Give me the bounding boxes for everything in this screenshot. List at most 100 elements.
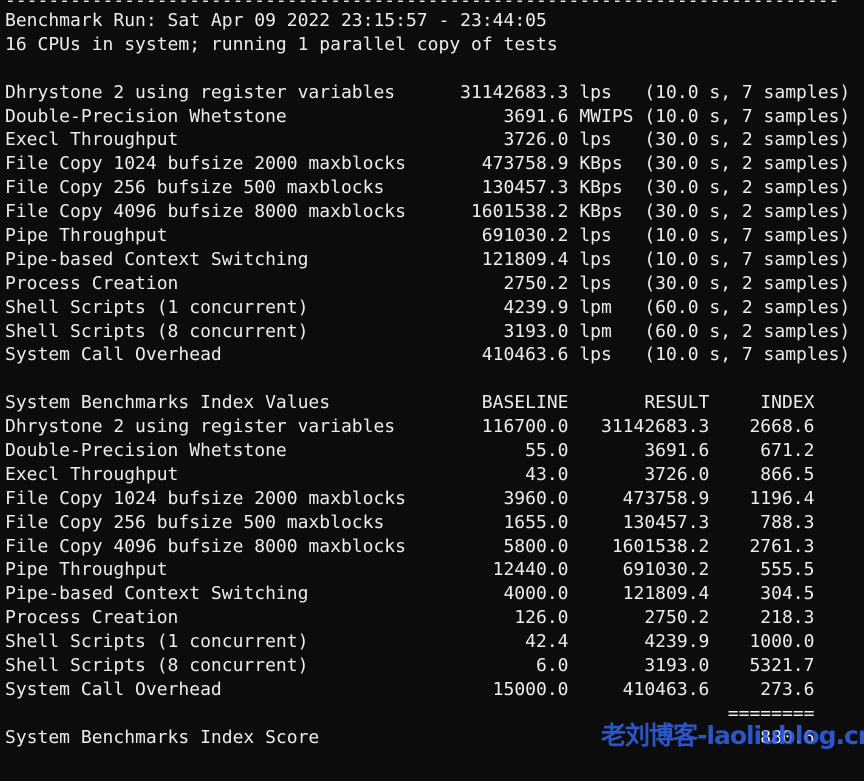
test-timing: (10.0 s, 7 samples) bbox=[644, 105, 851, 127]
index-row: Pipe Throughput 12440.0 691030.2 555.5 bbox=[5, 558, 864, 582]
test-name: Shell Scripts (1 concurrent) bbox=[5, 631, 309, 653]
test-timing: (30.0 s, 2 samples) bbox=[644, 272, 851, 294]
test-name: Double-Precision Whetstone bbox=[5, 440, 287, 462]
test-name: System Call Overhead bbox=[5, 678, 222, 700]
test-name: Pipe Throughput bbox=[5, 559, 168, 581]
separator-line: ----------------------------------------… bbox=[5, 0, 840, 11]
index-row: Dhrystone 2 using register variables 1167… bbox=[5, 415, 864, 439]
result-row: System Call Overhead 410463.6 lps (10.0 s, … bbox=[5, 343, 864, 367]
score-label: System Benchmarks Index Score bbox=[5, 726, 320, 748]
result-value: 3193.0 bbox=[644, 655, 710, 677]
test-name: File Copy 4096 bufsize 8000 maxblocks bbox=[5, 201, 406, 223]
baseline-value: 3960.0 bbox=[503, 487, 569, 509]
index-row: File Copy 1024 bufsize 2000 maxblocks 396… bbox=[5, 487, 864, 511]
test-timing: (10.0 s, 7 samples) bbox=[644, 344, 851, 366]
test-unit: KBps bbox=[579, 153, 623, 175]
test-name: Pipe-based Context Switching bbox=[5, 248, 309, 270]
test-unit: lps bbox=[579, 272, 612, 294]
result-row: Process Creation 2750.2 lps (30.0 s, 2 samp… bbox=[5, 272, 864, 296]
test-name: Pipe-based Context Switching bbox=[5, 583, 309, 605]
test-name: File Copy 1024 bufsize 2000 maxblocks bbox=[5, 153, 406, 175]
baseline-value: 4000.0 bbox=[503, 583, 569, 605]
test-unit: lps bbox=[579, 344, 612, 366]
terminal-window[interactable]: ----------------------------------------… bbox=[0, 0, 864, 781]
result-row: Pipe Throughput 691030.2 lps (10.0 s, 7 sam… bbox=[5, 224, 864, 248]
result-row: File Copy 256 bufsize 500 maxblocks 13045… bbox=[5, 176, 864, 200]
test-timing: (10.0 s, 7 samples) bbox=[644, 81, 851, 103]
index-value: 671.2 bbox=[760, 440, 815, 462]
score-separator-row: ======== bbox=[5, 702, 864, 726]
test-timing: (10.0 s, 7 samples) bbox=[644, 248, 851, 270]
test-unit: lps bbox=[579, 129, 612, 151]
score-value: 880.6 bbox=[760, 726, 815, 748]
score-row: System Benchmarks Index Score 880.6 bbox=[5, 726, 864, 750]
index-row: Shell Scripts (1 concurrent) 42.4 4239.9 10… bbox=[5, 630, 864, 654]
test-value: 2750.2 bbox=[503, 272, 569, 294]
result-row: File Copy 4096 bufsize 8000 maxblocks 160… bbox=[5, 200, 864, 224]
index-value: 2668.6 bbox=[749, 416, 815, 438]
index-value: 273.6 bbox=[760, 678, 815, 700]
result-row: Double-Precision Whetstone 3691.6 MWIPS (10… bbox=[5, 105, 864, 129]
result-row: Execl Throughput 3726.0 lps (30.0 s, 2 samp… bbox=[5, 128, 864, 152]
test-unit: KBps bbox=[579, 201, 623, 223]
index-value: 1196.4 bbox=[749, 487, 815, 509]
result-value: 4239.9 bbox=[644, 631, 710, 653]
system-info-line: 16 CPUs in system; running 1 parallel co… bbox=[5, 33, 558, 55]
results-section: Dhrystone 2 using register variables 3114… bbox=[5, 81, 864, 368]
test-value: 31142683.3 bbox=[460, 81, 569, 103]
test-value: 691030.2 bbox=[481, 225, 569, 247]
test-timing: (30.0 s, 2 samples) bbox=[644, 201, 851, 223]
index-row: File Copy 4096 bufsize 8000 maxblocks 580… bbox=[5, 535, 864, 559]
index-value: 555.5 bbox=[760, 559, 815, 581]
test-unit: lpm bbox=[579, 296, 612, 318]
result-row: Pipe-based Context Switching 121809.4 lps (… bbox=[5, 248, 864, 272]
baseline-value: 116700.0 bbox=[481, 416, 569, 438]
test-name: Shell Scripts (8 concurrent) bbox=[5, 320, 309, 342]
score-separator: ======== bbox=[727, 702, 815, 724]
result-value: 3726.0 bbox=[644, 463, 710, 485]
test-value: 1601538.2 bbox=[470, 201, 569, 223]
index-value: 218.3 bbox=[760, 607, 815, 629]
test-value: 410463.6 bbox=[481, 344, 569, 366]
test-timing: (60.0 s, 2 samples) bbox=[644, 320, 851, 342]
test-unit: MWIPS bbox=[579, 105, 634, 127]
test-value: 3726.0 bbox=[503, 129, 569, 151]
test-value: 3193.0 bbox=[503, 320, 569, 342]
test-value: 130457.3 bbox=[481, 177, 569, 199]
test-name: Process Creation bbox=[5, 607, 179, 629]
index-row: Double-Precision Whetstone 55.0 3691.6 671.… bbox=[5, 439, 864, 463]
index-table-title: System Benchmarks Index Values bbox=[5, 392, 331, 414]
test-name: File Copy 1024 bufsize 2000 maxblocks bbox=[5, 487, 406, 509]
baseline-value: 55.0 bbox=[525, 440, 569, 462]
result-value: 2750.2 bbox=[644, 607, 710, 629]
test-unit: KBps bbox=[579, 177, 623, 199]
index-table-section: System Benchmarks Index Values BASELINE RE… bbox=[5, 391, 864, 749]
result-value: 410463.6 bbox=[622, 678, 710, 700]
index-row: Process Creation 126.0 2750.2 218.3 bbox=[5, 606, 864, 630]
baseline-value: 6.0 bbox=[535, 655, 569, 677]
result-value: 3691.6 bbox=[644, 440, 710, 462]
index-value: 1000.0 bbox=[749, 631, 815, 653]
test-name: File Copy 256 bufsize 500 maxblocks bbox=[5, 177, 385, 199]
baseline-value: 1655.0 bbox=[503, 511, 569, 533]
result-row: Dhrystone 2 using register variables 3114… bbox=[5, 81, 864, 105]
test-timing: (30.0 s, 2 samples) bbox=[644, 129, 851, 151]
test-name: Execl Throughput bbox=[5, 463, 179, 485]
index-row: System Call Overhead 15000.0 410463.6 273.6 bbox=[5, 678, 864, 702]
col-result: RESULT bbox=[644, 392, 710, 414]
index-value: 2761.3 bbox=[749, 535, 815, 557]
result-row: Shell Scripts (1 concurrent) 4239.9 lpm (60… bbox=[5, 296, 864, 320]
test-value: 4239.9 bbox=[503, 296, 569, 318]
test-timing: (30.0 s, 2 samples) bbox=[644, 153, 851, 175]
index-value: 866.5 bbox=[760, 463, 815, 485]
index-row: File Copy 256 bufsize 500 maxblocks 1655.… bbox=[5, 511, 864, 535]
col-index: INDEX bbox=[760, 392, 815, 414]
test-name: Pipe Throughput bbox=[5, 225, 168, 247]
index-value: 788.3 bbox=[760, 511, 815, 533]
col-baseline: BASELINE bbox=[481, 392, 569, 414]
test-unit: lps bbox=[579, 225, 612, 247]
test-name: File Copy 4096 bufsize 8000 maxblocks bbox=[5, 535, 406, 557]
test-value: 3691.6 bbox=[503, 105, 569, 127]
test-value: 473758.9 bbox=[481, 153, 569, 175]
index-value: 5321.7 bbox=[749, 655, 815, 677]
